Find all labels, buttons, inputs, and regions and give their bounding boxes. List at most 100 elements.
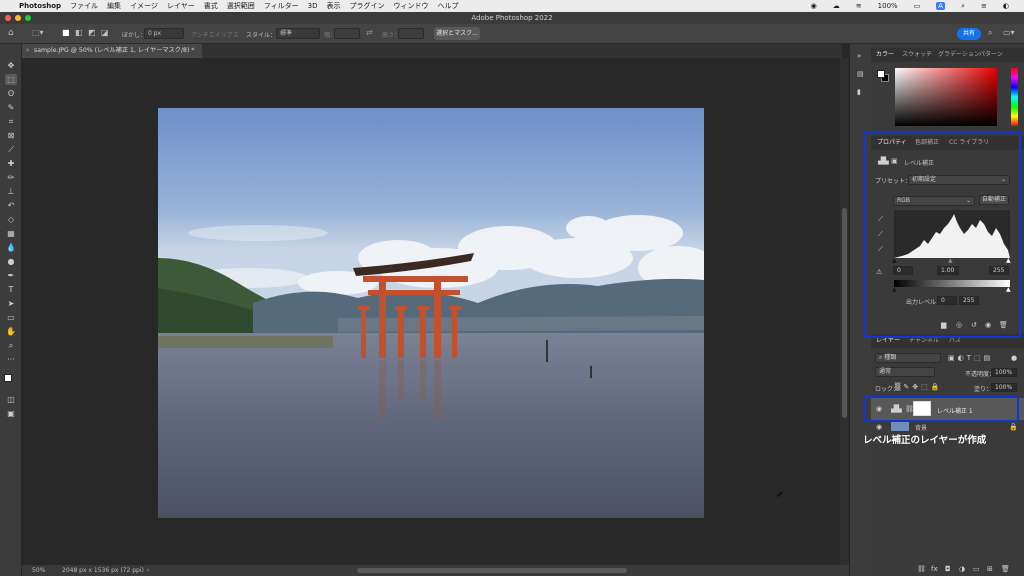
minimize-window-button[interactable] xyxy=(15,15,21,21)
hue-slider[interactable] xyxy=(1011,68,1018,126)
eye-icon[interactable]: ◉ xyxy=(876,423,882,431)
lasso-tool-icon[interactable]: ʘ xyxy=(5,88,17,99)
antialias-checkbox[interactable]: アンチエイリアス xyxy=(191,30,239,39)
color-foreground-swatch[interactable] xyxy=(877,70,885,78)
tab-swatches[interactable]: スウォッチ xyxy=(902,48,932,62)
eyedropper-tool-icon[interactable]: ⟋ xyxy=(5,144,17,155)
width-input[interactable] xyxy=(334,28,360,39)
document-image[interactable] xyxy=(158,108,704,518)
menu-filter[interactable]: フィルター xyxy=(264,1,299,11)
zoom-level[interactable]: 50% xyxy=(32,565,45,576)
marquee-tool-icon[interactable]: ⬚ xyxy=(5,74,17,85)
document-tab[interactable]: × sample.JPG @ 50% (レベル補正 1, レイヤーマスク/8) … xyxy=(22,44,202,58)
status-menu-icon[interactable]: › xyxy=(147,565,149,576)
menu-3d[interactable]: 3D xyxy=(308,2,318,10)
quick-mask-icon[interactable]: ◫ xyxy=(5,394,17,405)
marquee-preset-icon[interactable]: ⬚▾ xyxy=(32,28,44,37)
link-layers-icon[interactable]: ⛓ xyxy=(917,565,926,573)
menu-view[interactable]: 表示 xyxy=(326,1,340,11)
menu-type[interactable]: 書式 xyxy=(204,1,218,11)
close-tab-icon[interactable]: × xyxy=(25,44,30,58)
filter-toggle-icon[interactable]: ● xyxy=(1011,354,1017,362)
vertical-scroll-thumb[interactable] xyxy=(842,208,847,418)
filter-type-icons[interactable]: ▣◐T⬚▤ xyxy=(948,354,993,362)
brush-tool-icon[interactable]: ✏ xyxy=(5,172,17,183)
horizontal-scrollbar[interactable] xyxy=(357,568,627,573)
menu-edit[interactable]: 編集 xyxy=(107,1,121,11)
crop-tool-icon[interactable]: ⌗ xyxy=(5,116,17,127)
lock-icon[interactable]: 🔒 xyxy=(1009,423,1018,431)
comments-icon[interactable]: ▮ xyxy=(857,88,861,96)
foreground-color-swatch[interactable] xyxy=(4,374,12,382)
input-source-icon[interactable]: A xyxy=(936,2,946,10)
path-select-tool-icon[interactable]: ➤ xyxy=(5,298,17,309)
healing-brush-tool-icon[interactable]: ✚ xyxy=(5,158,17,169)
control-center-icon[interactable]: ≡ xyxy=(981,2,987,10)
feather-input[interactable]: 0 px xyxy=(144,28,184,39)
move-tool-icon[interactable]: ✥ xyxy=(5,60,17,71)
clone-stamp-tool-icon[interactable]: ⊥ xyxy=(5,186,17,197)
height-input[interactable] xyxy=(398,28,424,39)
menu-plugins[interactable]: プラグイン xyxy=(349,1,384,11)
add-selection-icon[interactable]: ◧ xyxy=(75,28,83,37)
menu-file[interactable]: ファイル xyxy=(70,1,98,11)
tab-gradients[interactable]: グラデーション xyxy=(938,48,980,62)
menu-help[interactable]: ヘルプ xyxy=(437,1,458,11)
zoom-tool-icon[interactable]: ⌕ xyxy=(5,340,17,351)
blend-mode-select[interactable]: 通常 xyxy=(875,367,935,377)
add-mask-icon[interactable]: ◘ xyxy=(945,565,951,573)
sync-icon[interactable]: ☁ xyxy=(833,2,840,10)
frame-tool-icon[interactable]: ⊠ xyxy=(5,130,17,141)
style-select[interactable]: 標準 xyxy=(276,28,320,39)
layer-name[interactable]: 背景 xyxy=(915,423,927,431)
layer-filter-select[interactable]: ⌕ 種類 xyxy=(875,353,941,363)
search-icon[interactable]: ⌕ xyxy=(961,2,965,11)
battery-icon[interactable]: ▭ xyxy=(914,2,921,10)
gradient-tool-icon[interactable]: ▦ xyxy=(5,228,17,239)
intersect-selection-icon[interactable]: ◪ xyxy=(101,28,109,37)
rectangle-tool-icon[interactable]: ▭ xyxy=(5,312,17,323)
menu-select[interactable]: 選択範囲 xyxy=(227,1,255,11)
status-app-icon[interactable]: ◉ xyxy=(811,2,817,10)
menu-window[interactable]: ウィンドウ xyxy=(393,1,428,11)
fx-icon[interactable]: fx xyxy=(931,565,938,573)
menu-app[interactable]: Photoshop xyxy=(19,2,61,10)
zoom-window-button[interactable] xyxy=(25,15,31,21)
color-field[interactable] xyxy=(895,68,997,126)
lock-options-icons[interactable]: ▒✎✥⬚🔒 xyxy=(895,383,942,391)
swap-icon[interactable]: ⇄ xyxy=(366,28,373,37)
blur-tool-icon[interactable]: 💧 xyxy=(5,242,17,253)
fill-field[interactable]: 100% xyxy=(991,383,1017,392)
home-icon[interactable]: ⌂ xyxy=(8,28,14,38)
new-layer-icon[interactable]: ⊞ xyxy=(987,565,993,573)
eraser-tool-icon[interactable]: ◇ xyxy=(5,214,17,225)
siri-icon[interactable]: ◐ xyxy=(1003,2,1009,10)
history-icon[interactable]: ▤ xyxy=(857,70,864,78)
history-brush-tool-icon[interactable]: ↶ xyxy=(5,200,17,211)
collapse-panels-icon[interactable]: » xyxy=(857,52,861,60)
share-button[interactable]: 共有 xyxy=(957,28,981,40)
group-icon[interactable]: ▭ xyxy=(973,565,980,573)
type-tool-icon[interactable]: T xyxy=(5,284,17,295)
close-window-button[interactable] xyxy=(5,15,11,21)
opacity-field[interactable]: 100% xyxy=(991,368,1017,377)
tab-color[interactable]: カラー xyxy=(876,48,894,62)
quick-select-tool-icon[interactable]: ✎ xyxy=(5,102,17,113)
select-and-mask-button[interactable]: 選択とマスク... xyxy=(434,27,480,40)
delete-layer-icon[interactable]: 🗑 xyxy=(1001,565,1010,573)
menu-layer[interactable]: レイヤー xyxy=(167,1,195,11)
screen-mode-icon[interactable]: ▣ xyxy=(5,408,17,419)
more-tools-icon[interactable]: ··· xyxy=(5,354,17,365)
workspace-icon[interactable]: ▭▾ xyxy=(1003,28,1015,37)
wifi-icon[interactable]: ≋ xyxy=(856,2,862,10)
subtract-selection-icon[interactable]: ◩ xyxy=(88,28,96,37)
menu-image[interactable]: イメージ xyxy=(130,1,158,11)
new-selection-icon[interactable]: ■ xyxy=(62,28,70,37)
dodge-tool-icon[interactable]: ● xyxy=(5,256,17,267)
vertical-scrollbar[interactable] xyxy=(840,58,849,565)
search-icon[interactable]: ⌕ xyxy=(988,28,992,38)
hand-tool-icon[interactable]: ✋ xyxy=(5,326,17,337)
battery-level[interactable]: 100% xyxy=(878,2,898,10)
pen-tool-icon[interactable]: ✒ xyxy=(5,270,17,281)
tab-patterns[interactable]: パターン xyxy=(979,48,1003,62)
